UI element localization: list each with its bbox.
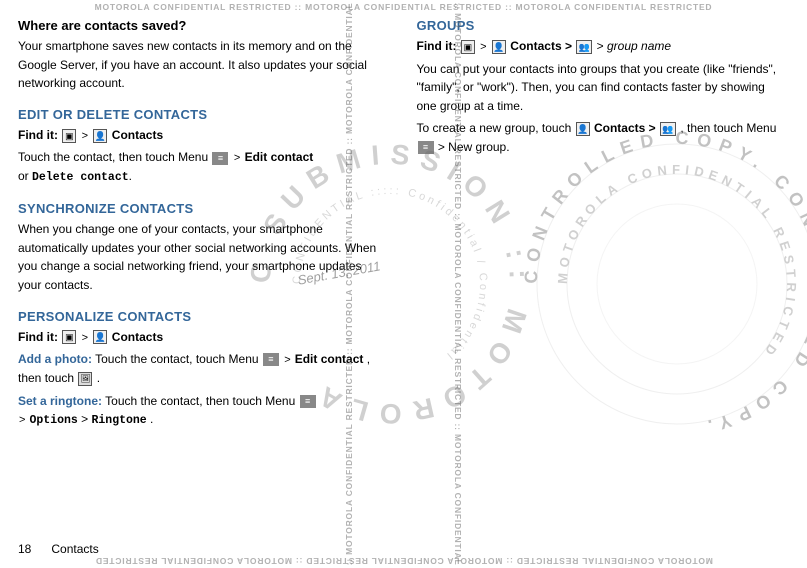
sync-heading: SYNCHRONIZE CONTACTS [18, 201, 387, 216]
group-icon-2: 👥 [660, 122, 676, 136]
gt6: > [81, 412, 91, 426]
edit-or: or [18, 169, 32, 183]
set-ringtone-line: Set a ringtone: Touch the contact, then … [18, 392, 387, 430]
two-column-layout: Where are contacts saved? Your smartphon… [18, 18, 785, 434]
watermark-top-text: MOTOROLA CONFIDENTIAL RESTRICTED :: MOTO… [95, 2, 713, 12]
gt1: > [82, 130, 88, 142]
where-heading-text: Where are contacts saved? [18, 18, 186, 33]
groups-find-it: Find it: ▣ > 👤 Contacts > 👥 > group name [417, 37, 786, 56]
set-ringtone-body: Touch the contact, then touch Menu [105, 394, 298, 408]
group-icon: 👥 [576, 40, 592, 54]
add-photo-line: Add a photo: Touch the contact, touch Me… [18, 350, 387, 388]
home-icon: ▣ [62, 129, 76, 143]
add-photo-period: . [97, 371, 100, 385]
contacts-person-icon: 👤 [93, 129, 107, 143]
groups-find-it-label: Find it: [417, 39, 457, 53]
edit-body: Touch the contact, then touch Menu ≡ > E… [18, 148, 387, 187]
gt7: > [480, 41, 486, 53]
group-name-label: > group name [597, 39, 671, 53]
groups-body2-then: , then touch Menu [680, 121, 776, 135]
personalize-find-it-label: Find it: [18, 330, 58, 344]
gt4: > [284, 354, 293, 366]
groups-body2-prefix: To create a new group, touch [417, 121, 575, 135]
gt5: > [19, 414, 28, 426]
contacts-label-personalize: Contacts [112, 330, 163, 344]
menu-icon-photo: ≡ [263, 353, 279, 366]
contacts-person-icon-groups: 👤 [492, 40, 506, 54]
home-icon-2: ▣ [62, 330, 76, 344]
ringtone-label: Ringtone [91, 414, 146, 427]
menu-icon-newgroup: ≡ [418, 141, 434, 154]
footer-spacer [35, 542, 48, 556]
where-contacts-body: Your smartphone saves new contacts in it… [18, 37, 387, 93]
groups-body2-end: > New group. [438, 140, 510, 154]
gt3: > [82, 332, 88, 344]
edit-find-it: Find it: ▣ > 👤 Contacts [18, 126, 387, 145]
sync-body: When you change one of your contacts, yo… [18, 220, 387, 294]
delete-contact-label: Delete contact [32, 171, 129, 184]
contacts-label-newgroup: Contacts > [594, 121, 659, 135]
edit-period: . [129, 169, 132, 183]
options-label: Options [29, 414, 77, 427]
menu-icon-ringtone: ≡ [300, 395, 316, 408]
contacts-icon-newgroup: 👤 [576, 122, 590, 136]
gt2: > [234, 152, 240, 164]
where-contacts-saved-heading: Where are contacts saved? [18, 18, 387, 33]
footer-label: Contacts [51, 542, 98, 556]
ringtone-period: . [150, 412, 153, 426]
groups-heading: GROUPS [417, 18, 786, 33]
set-ringtone-label: Set a ringtone: [18, 394, 102, 408]
page-number: 18 [18, 542, 31, 556]
watermark-bottom-text: MOTOROLA CONFIDENTIAL RESTRICTED :: MOTO… [95, 556, 713, 566]
contacts-label-edit: Contacts [112, 128, 163, 142]
edit-delete-heading: EDIT OR DELETE CONTACTS [18, 107, 387, 122]
contacts-person-icon-2: 👤 [93, 330, 107, 344]
edit-contact-label-2: Edit contact [295, 352, 364, 366]
groups-body2: To create a new group, touch 👤 Contacts … [417, 119, 786, 156]
add-photo-body: Touch the contact, touch Menu [95, 352, 262, 366]
left-column: Where are contacts saved? Your smartphon… [18, 18, 387, 434]
home-icon-groups: ▣ [461, 40, 475, 54]
right-column: GROUPS Find it: ▣ > 👤 Contacts > 👥 > gro… [417, 18, 786, 434]
contacts-label-groups: Contacts > [510, 39, 575, 53]
edit-find-it-label: Find it: [18, 128, 58, 142]
personalize-find-it: Find it: ▣ > 👤 Contacts [18, 328, 387, 347]
groups-body1: You can put your contacts into groups th… [417, 60, 786, 116]
add-photo-label: Add a photo: [18, 352, 92, 366]
edit-body-text1: Touch the contact, then touch Menu [18, 150, 208, 164]
page-container: Where are contacts saved? Your smartphon… [0, 0, 807, 568]
page-footer: 18 Contacts [18, 542, 99, 556]
edit-contact-label: Edit contact [245, 150, 314, 164]
menu-icon-edit: ≡ [212, 152, 228, 165]
personalize-heading: PERSONALIZE CONTACTS [18, 309, 387, 324]
photo-icon: 🖼 [78, 372, 92, 386]
